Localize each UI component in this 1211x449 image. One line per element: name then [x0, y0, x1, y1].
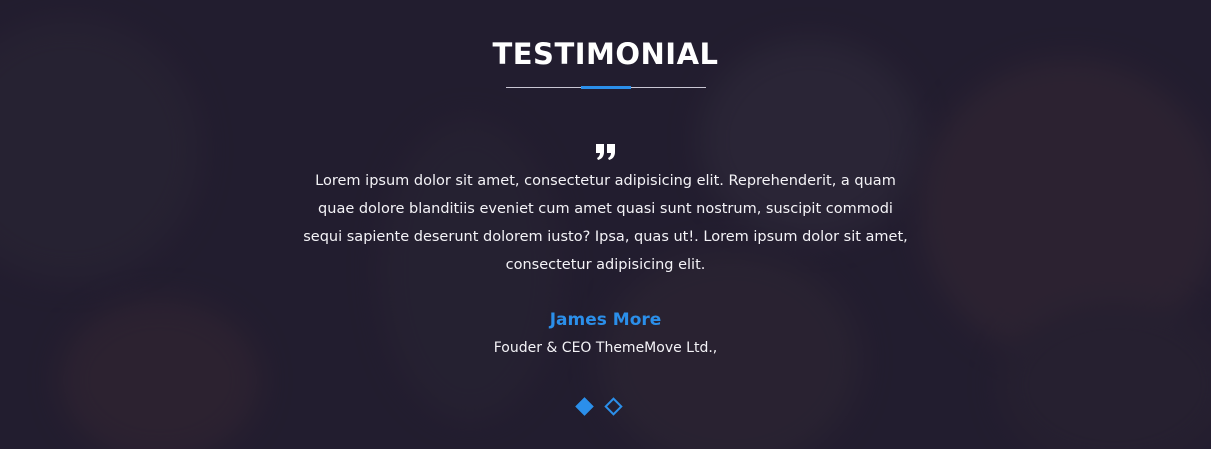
testimonial-section: TESTIMONIAL Lorem ipsum dolor sit amet, … — [0, 0, 1211, 449]
carousel-dot-2[interactable] — [604, 397, 623, 416]
testimonial-text: Lorem ipsum dolor sit amet, consectetur … — [303, 173, 908, 273]
title-divider-accent — [581, 86, 631, 89]
section-title: TESTIMONIAL — [492, 37, 719, 71]
carousel-dot-1[interactable] — [575, 397, 594, 416]
quote-icon — [596, 144, 615, 160]
testimonial-author-role: Fouder & CEO ThemeMove Ltd., — [493, 340, 718, 356]
carousel-pagination — [575, 397, 623, 416]
testimonial-author: James More — [549, 310, 662, 330]
